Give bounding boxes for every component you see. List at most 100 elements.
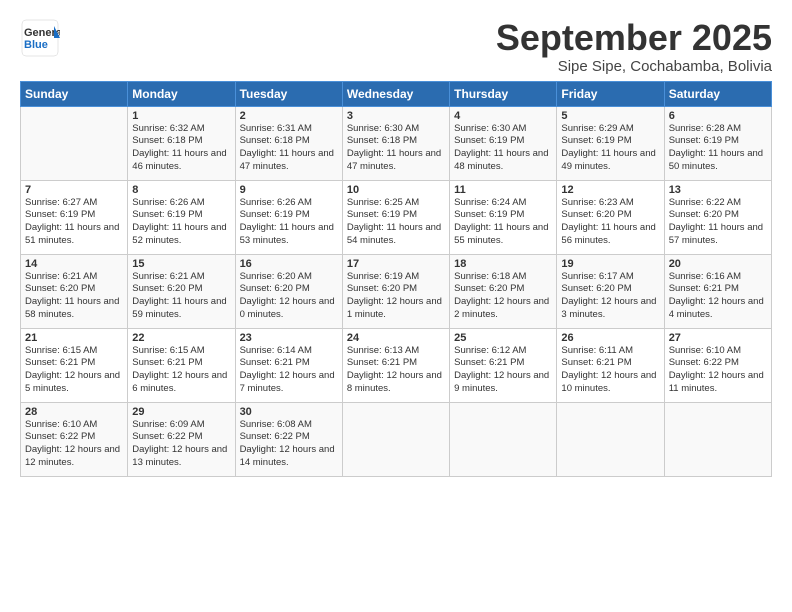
- sunset-text: Sunset: 6:21 PM: [561, 357, 631, 368]
- sunset-text: Sunset: 6:22 PM: [240, 431, 310, 442]
- day-number: 8: [132, 184, 230, 196]
- sunset-text: Sunset: 6:18 PM: [132, 135, 202, 146]
- sunrise-text: Sunrise: 6:28 AM: [669, 123, 741, 134]
- table-row: 13 Sunrise: 6:22 AM Sunset: 6:20 PM Dayl…: [664, 180, 771, 254]
- daylight-text: Daylight: 11 hours and 52 minutes.: [132, 222, 226, 246]
- sunset-text: Sunset: 6:22 PM: [669, 357, 739, 368]
- sunrise-text: Sunrise: 6:27 AM: [25, 197, 97, 208]
- cell-info: Sunrise: 6:12 AM Sunset: 6:21 PM Dayligh…: [454, 345, 552, 396]
- day-number: 1: [132, 110, 230, 122]
- day-number: 12: [561, 184, 659, 196]
- sunrise-text: Sunrise: 6:08 AM: [240, 419, 312, 430]
- day-number: 20: [669, 258, 767, 270]
- sunset-text: Sunset: 6:19 PM: [132, 209, 202, 220]
- calendar-header-row: Sunday Monday Tuesday Wednesday Thursday…: [21, 81, 772, 106]
- cell-info: Sunrise: 6:14 AM Sunset: 6:21 PM Dayligh…: [240, 345, 338, 396]
- table-row: 19 Sunrise: 6:17 AM Sunset: 6:20 PM Dayl…: [557, 254, 664, 328]
- col-wednesday: Wednesday: [342, 81, 449, 106]
- cell-info: Sunrise: 6:31 AM Sunset: 6:18 PM Dayligh…: [240, 123, 338, 174]
- daylight-text: Daylight: 12 hours and 13 minutes.: [132, 444, 227, 468]
- day-number: 26: [561, 332, 659, 344]
- daylight-text: Daylight: 11 hours and 58 minutes.: [25, 296, 119, 320]
- sunset-text: Sunset: 6:21 PM: [132, 357, 202, 368]
- day-number: 10: [347, 184, 445, 196]
- sunrise-text: Sunrise: 6:09 AM: [132, 419, 204, 430]
- daylight-text: Daylight: 12 hours and 12 minutes.: [25, 444, 120, 468]
- sunrise-text: Sunrise: 6:26 AM: [132, 197, 204, 208]
- month-title: September 2025: [496, 18, 772, 58]
- sunset-text: Sunset: 6:21 PM: [25, 357, 95, 368]
- cell-info: Sunrise: 6:30 AM Sunset: 6:18 PM Dayligh…: [347, 123, 445, 174]
- cell-info: Sunrise: 6:09 AM Sunset: 6:22 PM Dayligh…: [132, 419, 230, 470]
- sunrise-text: Sunrise: 6:21 AM: [25, 271, 97, 282]
- table-row: 6 Sunrise: 6:28 AM Sunset: 6:19 PM Dayli…: [664, 106, 771, 180]
- cell-info: Sunrise: 6:18 AM Sunset: 6:20 PM Dayligh…: [454, 271, 552, 322]
- daylight-text: Daylight: 11 hours and 55 minutes.: [454, 222, 548, 246]
- svg-text:Blue: Blue: [24, 39, 48, 51]
- sunrise-text: Sunrise: 6:22 AM: [669, 197, 741, 208]
- daylight-text: Daylight: 11 hours and 48 minutes.: [454, 148, 548, 172]
- cell-info: Sunrise: 6:20 AM Sunset: 6:20 PM Dayligh…: [240, 271, 338, 322]
- sunrise-text: Sunrise: 6:32 AM: [132, 123, 204, 134]
- daylight-text: Daylight: 11 hours and 46 minutes.: [132, 148, 226, 172]
- cell-info: Sunrise: 6:15 AM Sunset: 6:21 PM Dayligh…: [132, 345, 230, 396]
- table-row: 20 Sunrise: 6:16 AM Sunset: 6:21 PM Dayl…: [664, 254, 771, 328]
- table-row: 15 Sunrise: 6:21 AM Sunset: 6:20 PM Dayl…: [128, 254, 235, 328]
- sunrise-text: Sunrise: 6:30 AM: [347, 123, 419, 134]
- day-number: 17: [347, 258, 445, 270]
- cell-info: Sunrise: 6:29 AM Sunset: 6:19 PM Dayligh…: [561, 123, 659, 174]
- table-row: 10 Sunrise: 6:25 AM Sunset: 6:19 PM Dayl…: [342, 180, 449, 254]
- sunset-text: Sunset: 6:19 PM: [347, 209, 417, 220]
- sunrise-text: Sunrise: 6:10 AM: [25, 419, 97, 430]
- cell-info: Sunrise: 6:25 AM Sunset: 6:19 PM Dayligh…: [347, 197, 445, 248]
- sunset-text: Sunset: 6:20 PM: [561, 209, 631, 220]
- day-number: 16: [240, 258, 338, 270]
- cell-info: Sunrise: 6:11 AM Sunset: 6:21 PM Dayligh…: [561, 345, 659, 396]
- day-number: 28: [25, 406, 123, 418]
- table-row: 27 Sunrise: 6:10 AM Sunset: 6:22 PM Dayl…: [664, 328, 771, 402]
- table-row: 8 Sunrise: 6:26 AM Sunset: 6:19 PM Dayli…: [128, 180, 235, 254]
- sunset-text: Sunset: 6:20 PM: [240, 283, 310, 294]
- sunrise-text: Sunrise: 6:29 AM: [561, 123, 633, 134]
- sunrise-text: Sunrise: 6:14 AM: [240, 345, 312, 356]
- daylight-text: Daylight: 11 hours and 50 minutes.: [669, 148, 763, 172]
- cell-info: Sunrise: 6:27 AM Sunset: 6:19 PM Dayligh…: [25, 197, 123, 248]
- col-friday: Friday: [557, 81, 664, 106]
- sunrise-text: Sunrise: 6:19 AM: [347, 271, 419, 282]
- daylight-text: Daylight: 12 hours and 10 minutes.: [561, 370, 656, 394]
- sunset-text: Sunset: 6:19 PM: [454, 209, 524, 220]
- sunrise-text: Sunrise: 6:17 AM: [561, 271, 633, 282]
- sunrise-text: Sunrise: 6:31 AM: [240, 123, 312, 134]
- table-row: [342, 402, 449, 476]
- cell-info: Sunrise: 6:15 AM Sunset: 6:21 PM Dayligh…: [25, 345, 123, 396]
- logo-icon: General Blue: [20, 18, 60, 58]
- cell-info: Sunrise: 6:32 AM Sunset: 6:18 PM Dayligh…: [132, 123, 230, 174]
- sunrise-text: Sunrise: 6:13 AM: [347, 345, 419, 356]
- sunset-text: Sunset: 6:20 PM: [561, 283, 631, 294]
- cell-info: Sunrise: 6:26 AM Sunset: 6:19 PM Dayligh…: [132, 197, 230, 248]
- day-number: 27: [669, 332, 767, 344]
- col-monday: Monday: [128, 81, 235, 106]
- daylight-text: Daylight: 11 hours and 54 minutes.: [347, 222, 441, 246]
- table-row: 5 Sunrise: 6:29 AM Sunset: 6:19 PM Dayli…: [557, 106, 664, 180]
- sunset-text: Sunset: 6:20 PM: [454, 283, 524, 294]
- table-row: 22 Sunrise: 6:15 AM Sunset: 6:21 PM Dayl…: [128, 328, 235, 402]
- calendar-table: Sunday Monday Tuesday Wednesday Thursday…: [20, 81, 772, 477]
- day-number: 14: [25, 258, 123, 270]
- day-number: 29: [132, 406, 230, 418]
- sunrise-text: Sunrise: 6:20 AM: [240, 271, 312, 282]
- sunset-text: Sunset: 6:19 PM: [561, 135, 631, 146]
- sunset-text: Sunset: 6:22 PM: [25, 431, 95, 442]
- daylight-text: Daylight: 11 hours and 47 minutes.: [240, 148, 334, 172]
- cell-info: Sunrise: 6:08 AM Sunset: 6:22 PM Dayligh…: [240, 419, 338, 470]
- cell-info: Sunrise: 6:22 AM Sunset: 6:20 PM Dayligh…: [669, 197, 767, 248]
- col-thursday: Thursday: [450, 81, 557, 106]
- sunrise-text: Sunrise: 6:25 AM: [347, 197, 419, 208]
- day-number: 11: [454, 184, 552, 196]
- cell-info: Sunrise: 6:23 AM Sunset: 6:20 PM Dayligh…: [561, 197, 659, 248]
- sunrise-text: Sunrise: 6:26 AM: [240, 197, 312, 208]
- daylight-text: Daylight: 12 hours and 3 minutes.: [561, 296, 656, 320]
- cell-info: Sunrise: 6:26 AM Sunset: 6:19 PM Dayligh…: [240, 197, 338, 248]
- table-row: 17 Sunrise: 6:19 AM Sunset: 6:20 PM Dayl…: [342, 254, 449, 328]
- table-row: [450, 402, 557, 476]
